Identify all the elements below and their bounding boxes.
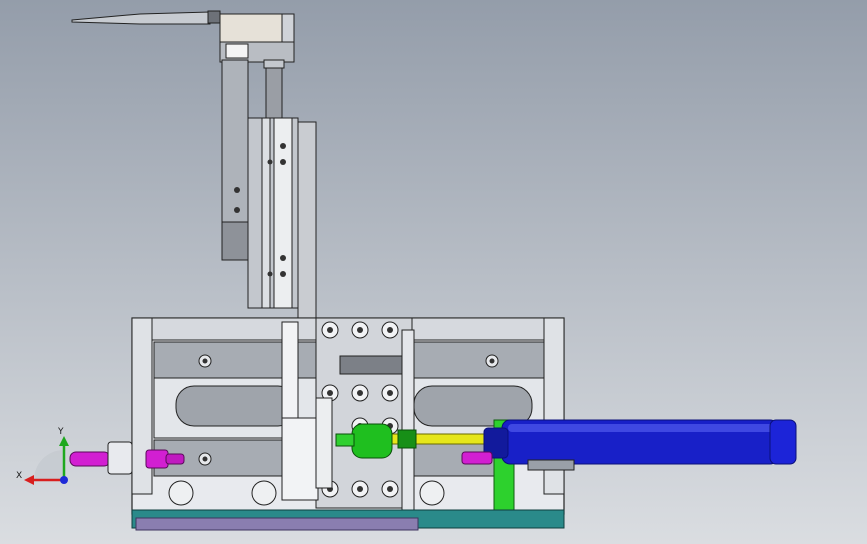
gripper-finger-clamp	[207, 10, 221, 24]
cylinder-end-cap	[769, 419, 797, 465]
left-guide-hole-1	[234, 187, 240, 193]
left-fitting-body	[145, 449, 169, 469]
triad-y-label: Y	[57, 427, 64, 437]
slide-rod-cap	[263, 59, 285, 69]
rod-coupler-body	[351, 423, 393, 459]
triad-arc	[34, 450, 64, 480]
left-guide-hole-2	[234, 207, 240, 213]
slide-hole-3	[267, 159, 273, 165]
slide-hole-1	[280, 143, 286, 149]
triad-z-dot	[60, 476, 68, 484]
upper-bar-bolt-left-core	[202, 358, 208, 364]
slide-rail-left	[261, 117, 271, 309]
slide-hole-2	[280, 159, 286, 165]
stop-block	[281, 417, 319, 501]
base-plate[interactable]	[131, 509, 565, 531]
post-upright	[281, 321, 299, 419]
base-plate-violet	[135, 517, 419, 531]
left-fitting-tip	[165, 453, 185, 465]
triad-x-arrow	[24, 475, 34, 485]
middle-slot-left	[175, 385, 297, 427]
slide-rod	[265, 61, 283, 123]
left-guide-foot	[221, 221, 249, 261]
cylinder-highlight	[508, 424, 774, 432]
top-gripper[interactable]	[71, 10, 295, 63]
bottom-hole-1	[168, 480, 194, 506]
lower-bar-bolt-core	[202, 456, 208, 462]
slide-hole-4	[280, 255, 286, 261]
right-fitting	[461, 451, 493, 465]
coordinate-triad: Y X	[16, 427, 69, 485]
assembly-drawing[interactable]: Y X	[0, 0, 867, 544]
bottom-hole-3	[419, 480, 445, 506]
upper-bar-bolt-right-core	[489, 358, 495, 364]
carriage-window	[339, 355, 405, 375]
slide-hole-5	[280, 271, 286, 277]
gripper-flange-tab	[225, 43, 249, 59]
left-fitting-nut	[107, 441, 133, 475]
cad-viewport[interactable]: Y X	[0, 0, 867, 544]
left-fitting-tube	[69, 451, 111, 467]
stop-block-face	[315, 397, 333, 489]
cylinder-bracket	[527, 459, 575, 471]
gripper-body	[219, 13, 293, 45]
gripper-finger	[71, 11, 211, 25]
slide-hole-6	[267, 271, 273, 277]
triad-x-label: X	[16, 471, 22, 481]
bottom-hole-2	[251, 480, 277, 506]
rod-nut	[397, 429, 417, 449]
right-upright	[401, 329, 415, 511]
rod-coupler-neck	[335, 433, 355, 447]
triad-y-arrow	[59, 436, 69, 446]
